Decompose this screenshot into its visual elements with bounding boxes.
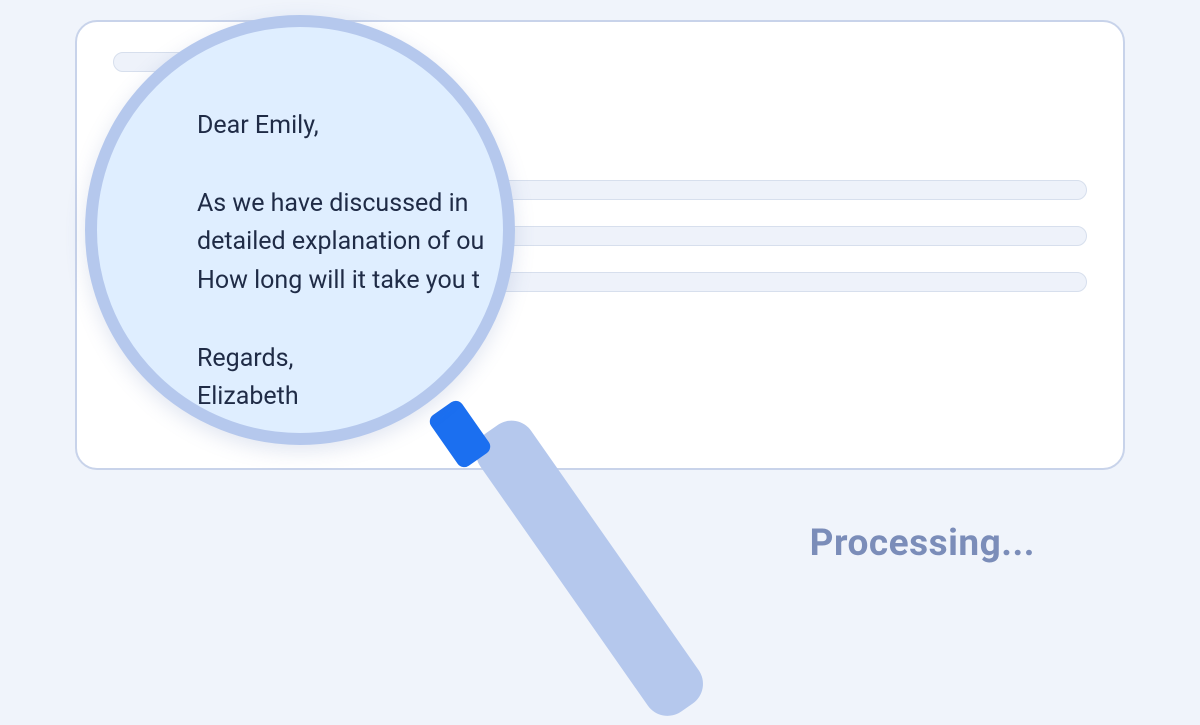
placeholder-line-2	[113, 226, 1087, 246]
placeholder-line-1	[113, 180, 1087, 200]
placeholder-line-3	[113, 272, 1087, 292]
document-card	[75, 20, 1125, 470]
status-text: Processing...	[810, 522, 1035, 565]
placeholder-line-short	[113, 52, 213, 72]
